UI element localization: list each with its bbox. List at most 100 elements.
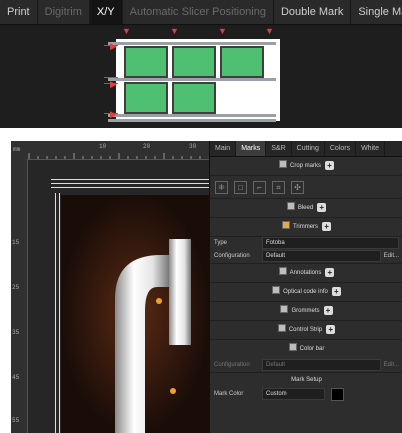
ruler-ticks xyxy=(28,153,201,159)
left-ruler: 15 25 35 45 55 xyxy=(11,159,28,433)
top-tab-automatic-slicer-positioning[interactable]: Automatic Slicer Positioning xyxy=(123,0,274,24)
panel-tab-white[interactable]: White xyxy=(356,141,385,156)
mark-setup-title: Mark Setup xyxy=(291,377,322,383)
configuration-row: Configuration Default Edit... xyxy=(210,249,402,264)
top-ruler: mm 10 20 30 xyxy=(11,141,209,160)
optical-code-checkbox[interactable] xyxy=(272,286,281,294)
optical-code-section: Optical code info + xyxy=(210,283,402,302)
ruler-label: 45 xyxy=(12,374,20,381)
ruler-label: 25 xyxy=(12,284,20,291)
mark-color-label: Mark Color xyxy=(214,391,244,397)
colorbar-configuration-select[interactable]: Default xyxy=(262,359,381,371)
crop-style-4-icon[interactable]: ⌗ xyxy=(272,180,285,194)
crop-line xyxy=(59,193,60,433)
optical-code-add-button[interactable]: + xyxy=(331,287,341,296)
right-arrow-icon: ▶ xyxy=(110,109,117,119)
crop-line xyxy=(51,183,209,184)
down-arrow-icon: ▼ xyxy=(218,26,227,36)
crop-style-5-icon[interactable]: ✣ xyxy=(291,180,304,194)
layout-cell xyxy=(124,82,168,114)
panel-tab-main[interactable]: Main xyxy=(210,141,237,156)
trimmers-add-button[interactable]: + xyxy=(322,222,332,231)
top-tab-bar: Print Digitrim X/Y Automatic Slicer Positio… xyxy=(0,0,402,25)
ruler-label: 55 xyxy=(12,417,20,424)
colorbar-configuration-label: Configuration xyxy=(214,362,250,368)
crop-mark-style-toolbar: ⁜ □ ⌐ ⌗ ✣ xyxy=(210,176,402,199)
down-arrow-icon: ▼ xyxy=(122,26,131,36)
ruler-label: 20 xyxy=(143,143,151,150)
layout-cell xyxy=(124,46,168,78)
crop-style-3-icon[interactable]: ⌐ xyxy=(253,180,266,194)
panel-tab-bar: Main Marks S&R Cutting Colors White xyxy=(210,141,402,157)
right-arrow-icon: ▶ xyxy=(110,41,117,51)
crop-style-2-icon[interactable]: □ xyxy=(234,180,247,194)
cut-rail xyxy=(108,114,276,117)
bleed-add-button[interactable]: + xyxy=(317,203,327,212)
layout-cell xyxy=(220,46,264,78)
preview-canvas[interactable]: mm 10 20 30 15 25 35 45 55 xyxy=(11,141,209,433)
trimmers-section: Trimmers + xyxy=(210,218,402,237)
ruler-label: 10 xyxy=(99,143,107,150)
crop-line xyxy=(55,193,56,433)
optical-code-label: Optical code info xyxy=(283,289,328,295)
cut-mark xyxy=(104,77,118,78)
top-tab-print[interactable]: Print xyxy=(0,0,38,24)
down-arrow-icon: ▼ xyxy=(170,26,179,36)
control-strip-section: Control Strip + xyxy=(210,321,402,340)
edit-button[interactable]: Edit... xyxy=(381,253,399,259)
grommets-checkbox[interactable] xyxy=(280,305,289,313)
bleed-label: Bleed xyxy=(297,205,314,211)
artwork-image xyxy=(61,195,209,433)
layout-cell xyxy=(172,46,216,78)
type-row: Type Fotoba xyxy=(210,237,402,249)
ruler-label: 30 xyxy=(189,143,197,150)
mark-color-swatch[interactable] xyxy=(331,387,344,401)
mark-color-row: Mark Color Custom xyxy=(210,387,402,401)
mark-color-select[interactable]: Custom xyxy=(262,388,325,400)
xy-preview-panel: Print Digitrim X/Y Automatic Slicer Positio… xyxy=(0,0,402,128)
cut-rail xyxy=(108,42,276,45)
top-tab-single-mark[interactable]: Single Mark xyxy=(351,0,402,24)
grommets-section: Grommets + xyxy=(210,302,402,321)
trimmers-checkbox[interactable] xyxy=(281,221,290,229)
colorbar-edit-button[interactable]: Edit... xyxy=(381,362,399,368)
top-tab-x-y[interactable]: X/Y xyxy=(89,0,123,24)
panel-tab-colors[interactable]: Colors xyxy=(325,141,357,156)
annotations-section: Annotations + xyxy=(210,264,402,283)
top-tab-double-mark[interactable]: Double Mark xyxy=(274,0,352,24)
bleed-section: Bleed + xyxy=(210,199,402,218)
grommets-add-button[interactable]: + xyxy=(323,306,333,315)
layout-cell xyxy=(172,82,216,114)
artwork-preview xyxy=(61,195,209,433)
crop-marks-checkbox[interactable] xyxy=(278,160,287,168)
crop-marks-add-button[interactable]: + xyxy=(325,161,334,170)
ruler-label: 35 xyxy=(12,329,20,336)
crop-style-1-icon[interactable]: ⁜ xyxy=(215,180,228,194)
panel-tab-s-r[interactable]: S&R xyxy=(266,141,292,156)
panel-tab-marks[interactable]: Marks xyxy=(236,141,267,156)
configuration-label: Configuration xyxy=(214,253,250,259)
panel-tab-cutting[interactable]: Cutting xyxy=(292,141,325,156)
marks-editor: mm 10 20 30 15 25 35 45 55 Main Marks S&… xyxy=(11,141,402,433)
top-tab-digitrim[interactable]: Digitrim xyxy=(38,0,90,24)
type-label: Type xyxy=(214,240,228,246)
control-strip-add-button[interactable]: + xyxy=(326,325,336,334)
configuration-select[interactable]: Default xyxy=(262,250,381,262)
down-arrow-icon: ▼ xyxy=(265,26,274,36)
color-bar-checkbox[interactable] xyxy=(288,343,297,351)
colorbar-configuration-row: Configuration Default Edit... xyxy=(210,358,402,373)
control-strip-checkbox[interactable] xyxy=(277,324,286,332)
cut-rail xyxy=(108,119,276,122)
settings-panel: Main Marks S&R Cutting Colors White Crop mark… xyxy=(209,141,402,433)
ruler-label: 15 xyxy=(12,239,20,246)
control-strip-label: Control Strip xyxy=(288,327,323,333)
annotations-label: Annotations xyxy=(289,270,322,276)
type-select[interactable]: Fotoba xyxy=(262,237,399,249)
color-bar-label: Color bar xyxy=(299,346,325,352)
annotations-checkbox[interactable] xyxy=(278,267,287,275)
layout-preview: ▼ ▼ ▼ ▼ ▶ ▶ ▶ xyxy=(0,25,402,128)
color-bar-section: Color bar xyxy=(210,340,402,358)
crop-line xyxy=(51,187,209,188)
bleed-checkbox[interactable] xyxy=(286,202,295,210)
annotations-add-button[interactable]: + xyxy=(325,268,335,277)
